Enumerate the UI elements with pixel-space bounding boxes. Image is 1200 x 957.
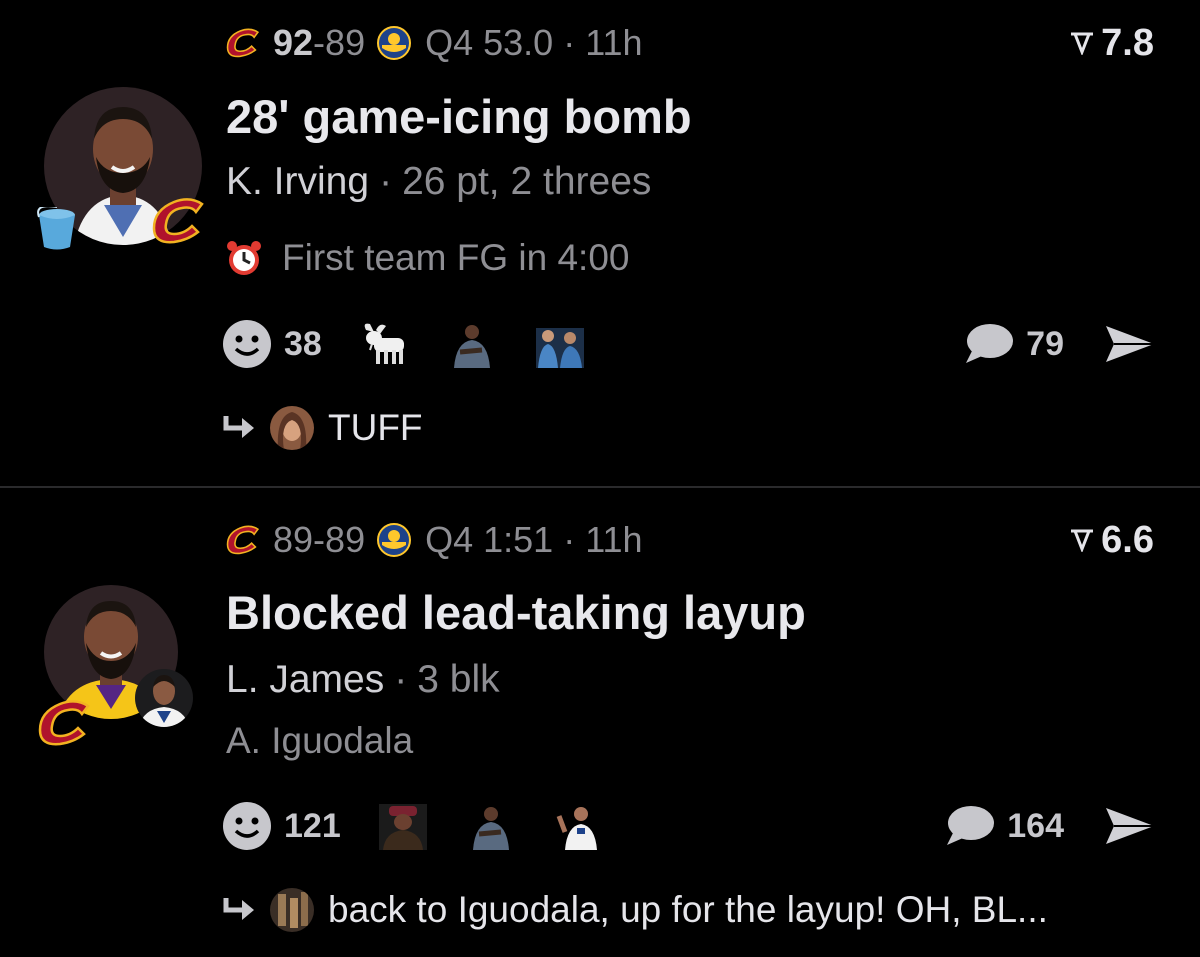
play-note: First team FG in 4:00 (224, 234, 630, 282)
comment-count: 164 (1007, 806, 1064, 845)
post-age: 11h (585, 519, 643, 560)
play-title: 28' game-icing bomb (226, 90, 692, 143)
secondary-player[interactable]: A. Iguodala (226, 720, 413, 762)
home-score: 89 (325, 519, 366, 560)
comments-button[interactable]: 79 (964, 319, 1064, 369)
commenter-avatar[interactable] (270, 888, 314, 932)
play-card[interactable]: 89 - 89 Q4 1:51 · 11h 6.6 Blocked lead-t… (0, 488, 1200, 957)
meta-separator: · (379, 160, 393, 203)
warriors-icon (377, 26, 412, 60)
reaction-sticker[interactable] (534, 320, 586, 368)
goat-icon[interactable] (358, 320, 410, 368)
comments-button[interactable]: 164 (945, 801, 1064, 851)
commenter-avatar[interactable] (270, 406, 314, 450)
player-name[interactable]: L. James (226, 658, 384, 701)
react-button[interactable]: 121 (222, 801, 341, 851)
reaction-bar: 38 (222, 319, 586, 369)
reaction-bar: 121 (222, 801, 605, 851)
note-text: First team FG in 4:00 (282, 237, 630, 278)
home-score: 89 (325, 22, 366, 63)
game-meta: 89 - 89 Q4 1:51 · 11h (225, 515, 643, 565)
smiley-icon (223, 320, 271, 368)
reply-text: TUFF (328, 407, 423, 448)
reaction-sticker[interactable] (446, 320, 498, 368)
reply-text: back to Iguodala, up for the layup! OH, … (328, 889, 1048, 930)
reply-arrow-icon (223, 898, 254, 920)
cavaliers-c-icon (152, 198, 204, 244)
reaction-sticker[interactable] (553, 802, 605, 850)
react-button[interactable]: 38 (222, 319, 322, 369)
rating-value: 6.6 (1101, 518, 1154, 561)
game-clock: Q4 53.0 (425, 22, 554, 63)
speech-bubble-icon (966, 324, 1014, 363)
away-score: 92 (273, 22, 314, 63)
bucket-icon (37, 207, 75, 250)
reaction-count: 121 (284, 806, 341, 845)
play-subline: L. James · 3 blk (226, 658, 500, 702)
score-separator: - (313, 519, 326, 560)
reaction-count: 38 (284, 324, 322, 363)
cavaliers-c-icon (38, 700, 90, 746)
top-reply[interactable]: back to Iguodala, up for the layup! OH, … (222, 884, 1048, 936)
alarm-clock-icon (227, 241, 261, 275)
top-reply[interactable]: TUFF (222, 402, 423, 454)
play-title: Blocked lead-taking layup (226, 586, 806, 639)
player-stats: 26 pt, 2 threes (402, 160, 652, 203)
play-card[interactable]: 92 - 89 Q4 53.0 · 11h 7.8 28' game-icing… (0, 0, 1200, 486)
cavaliers-c-icon (226, 525, 260, 555)
play-subline: K. Irving · 26 pt, 2 threes (226, 160, 651, 204)
rating-value: 7.8 (1101, 21, 1154, 64)
reaction-sticker[interactable] (465, 802, 517, 850)
speech-bubble-icon (947, 806, 995, 845)
game-clock: Q4 1:51 (425, 519, 554, 560)
player-stats: 3 blk (417, 658, 500, 701)
play-rating: 6.6 (1069, 515, 1154, 565)
away-score: 89 (273, 519, 314, 560)
cavaliers-c-icon (226, 28, 260, 58)
reaction-sticker[interactable] (377, 802, 429, 850)
play-rating: 7.8 (1069, 18, 1154, 68)
game-meta: 92 - 89 Q4 53.0 · 11h (225, 18, 643, 68)
rating-chevron-icon (1071, 32, 1094, 55)
reply-arrow-icon (223, 416, 254, 438)
rating-chevron-icon (1071, 529, 1094, 552)
score-separator: - (313, 22, 326, 63)
post-age: 11h (585, 22, 643, 63)
send-arrow-icon[interactable] (1104, 806, 1156, 846)
smiley-icon (223, 802, 271, 850)
meta-separator: · (563, 22, 576, 63)
secondary-player-avatar[interactable] (135, 669, 193, 727)
send-arrow-icon[interactable] (1104, 324, 1156, 364)
comment-count: 79 (1026, 324, 1064, 363)
meta-separator: · (394, 658, 408, 701)
player-name[interactable]: K. Irving (226, 160, 369, 203)
meta-separator: · (563, 519, 576, 560)
warriors-icon (377, 523, 412, 557)
